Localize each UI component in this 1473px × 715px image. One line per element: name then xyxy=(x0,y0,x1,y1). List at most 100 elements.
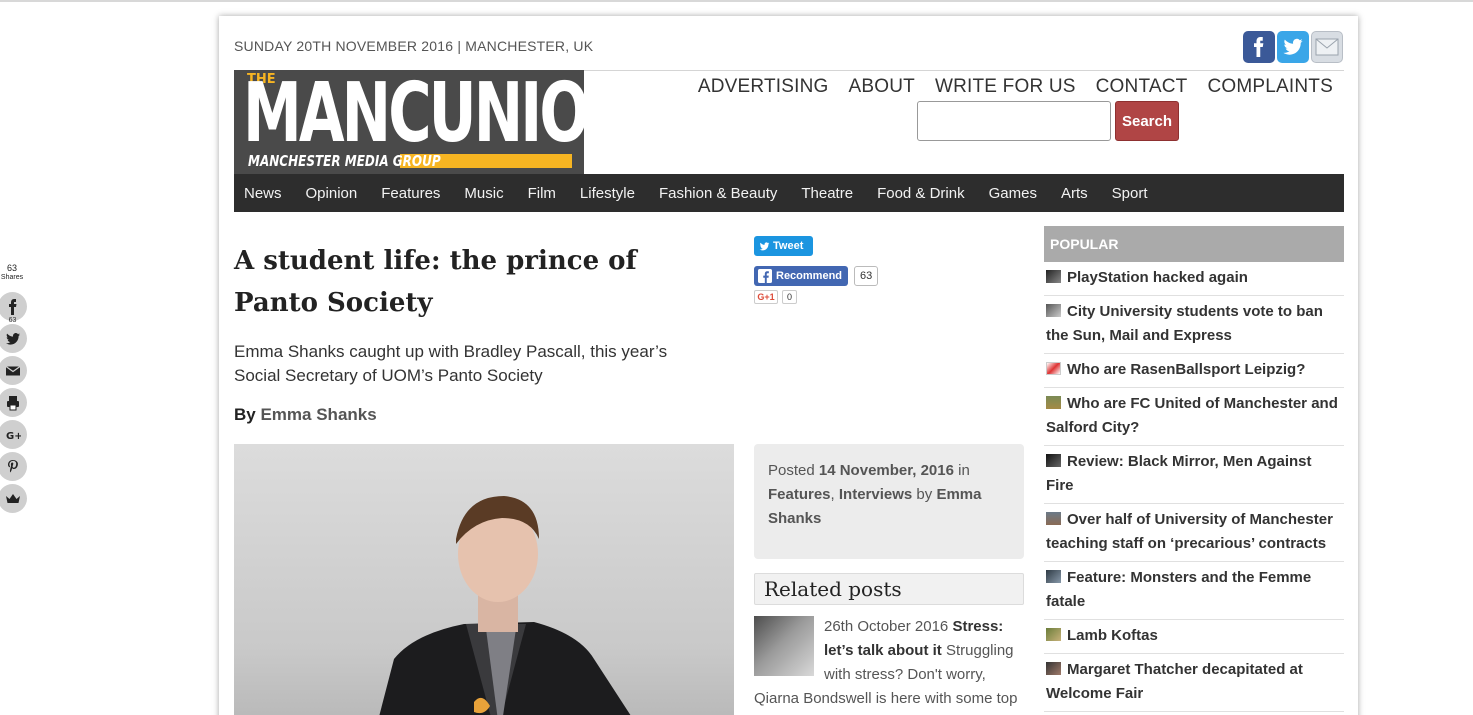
header-facebook-link[interactable] xyxy=(1243,31,1275,63)
related-post-item[interactable]: 26th October 2016 Stress: let’s talk abo… xyxy=(754,615,1024,711)
popular-item[interactable]: PlayStation hacked again xyxy=(1044,262,1344,296)
twitter-icon xyxy=(5,332,20,345)
nav-games[interactable]: Games xyxy=(989,185,1037,202)
popular-thumbnail xyxy=(1046,454,1061,467)
link-write-for-us[interactable]: WRITE FOR US xyxy=(935,76,1076,98)
popular-item[interactable]: Feature: Monsters and the Femme fatale xyxy=(1044,562,1344,620)
recommend-count: 63 xyxy=(854,266,879,286)
nav-arts[interactable]: Arts xyxy=(1061,185,1088,202)
logo-tagline-text: MANCHESTER MEDIA GROUP xyxy=(248,152,441,170)
popular-item-title[interactable]: Who are FC United of Manchester and Salf… xyxy=(1046,395,1338,436)
mail-icon xyxy=(5,365,20,375)
popular-item[interactable]: Lamb Koftas xyxy=(1044,620,1344,654)
category-features-link[interactable]: Features xyxy=(768,486,831,503)
site-logo[interactable]: THE MANCUNION MANCHESTER MEDIA GROUP xyxy=(234,70,584,174)
nav-sport[interactable]: Sport xyxy=(1112,185,1148,202)
share-print-button[interactable] xyxy=(0,388,27,417)
share-pinterest-button[interactable] xyxy=(0,452,27,481)
post-info-box: Posted 14 November, 2016 in Features, In… xyxy=(754,444,1024,559)
article-title: A student life: the prince of Panto Soci… xyxy=(234,246,637,318)
share-twitter-button[interactable] xyxy=(0,324,27,353)
header-twitter-link[interactable] xyxy=(1277,31,1309,63)
post-date: 14 November, 2016 xyxy=(818,462,954,479)
portrait-illustration xyxy=(379,496,631,715)
nav-food-drink[interactable]: Food & Drink xyxy=(877,185,965,202)
link-advertising[interactable]: ADVERTISING xyxy=(698,76,829,98)
search-button[interactable]: Search xyxy=(1115,101,1179,141)
popular-thumbnail xyxy=(1046,362,1061,375)
popular-item-title[interactable]: Over half of University of Manchester te… xyxy=(1046,511,1333,552)
popular-item[interactable]: Who are FC United of Manchester and Salf… xyxy=(1044,388,1344,446)
related-post-thumbnail[interactable] xyxy=(754,616,814,676)
twitter-icon xyxy=(759,241,770,250)
facebook-icon xyxy=(758,269,772,283)
tweet-label: Tweet xyxy=(773,240,804,252)
logo-name-text: MANCUNION xyxy=(243,70,584,161)
share-facebook-button[interactable]: 63 xyxy=(0,292,27,324)
link-contact[interactable]: CONTACT xyxy=(1096,76,1188,98)
popular-thumbnail xyxy=(1046,628,1061,641)
nav-music[interactable]: Music xyxy=(464,185,503,202)
facebook-icon xyxy=(1254,37,1264,57)
popular-item[interactable]: Margaret Thatcher decapitated at Welcome… xyxy=(1044,654,1344,712)
byline-prefix: By xyxy=(234,405,261,424)
floating-share-bar: 63 Shares xyxy=(0,264,30,282)
popular-item-title[interactable]: PlayStation hacked again xyxy=(1067,269,1248,286)
popular-list: PlayStation hacked again City University… xyxy=(1044,262,1344,712)
popular-item[interactable]: Review: Black Mirror, Men Against Fire xyxy=(1044,446,1344,504)
share-crown-button[interactable] xyxy=(0,484,27,513)
related-posts-heading: Related posts xyxy=(754,573,1024,605)
facebook-icon xyxy=(8,298,16,315)
article-photo xyxy=(234,444,734,715)
post-separator: , xyxy=(830,486,839,503)
share-count-value: 63 xyxy=(6,263,17,273)
popular-item[interactable]: Who are RasenBallsport Leipzig? xyxy=(1044,354,1344,388)
article-standfirst: Emma Shanks caught up with Bradley Pasca… xyxy=(234,342,668,385)
share-email-button[interactable] xyxy=(0,356,27,385)
share-google-plus-button[interactable]: G+ xyxy=(0,420,27,449)
header-email-link[interactable] xyxy=(1311,31,1343,63)
header-links: ADVERTISING ABOUT WRITE FOR US CONTACT C… xyxy=(698,76,1333,98)
nav-fashion-beauty[interactable]: Fashion & Beauty xyxy=(659,185,777,202)
popular-item-title[interactable]: Review: Black Mirror, Men Against Fire xyxy=(1046,453,1312,494)
recommend-button[interactable]: Recommend xyxy=(754,266,848,286)
nav-features[interactable]: Features xyxy=(381,185,440,202)
popular-item-title[interactable]: Who are RasenBallsport Leipzig? xyxy=(1067,361,1305,378)
popular-item-title[interactable]: Feature: Monsters and the Femme fatale xyxy=(1046,569,1311,610)
popular-thumbnail xyxy=(1046,570,1061,583)
nav-lifestyle[interactable]: Lifestyle xyxy=(580,185,635,202)
article-byline: By Emma Shanks xyxy=(234,405,377,425)
post-posted-label: Posted xyxy=(768,462,819,479)
tweet-button[interactable]: Tweet xyxy=(754,236,813,256)
share-count: 63 Shares xyxy=(0,264,24,282)
link-about[interactable]: ABOUT xyxy=(849,76,915,98)
popular-thumbnail xyxy=(1046,662,1061,675)
share-count-label: Shares xyxy=(0,274,24,281)
link-complaints[interactable]: COMPLAINTS xyxy=(1207,76,1333,98)
nav-film[interactable]: Film xyxy=(528,185,556,202)
popular-thumbnail xyxy=(1046,270,1061,283)
nav-news[interactable]: News xyxy=(244,185,282,202)
popular-item[interactable]: City University students vote to ban the… xyxy=(1044,296,1344,354)
popular-item-title[interactable]: Margaret Thatcher decapitated at Welcome… xyxy=(1046,661,1303,702)
related-post-date: 26th October 2016 xyxy=(824,618,953,635)
popular-heading: POPULAR xyxy=(1044,226,1344,262)
nav-opinion[interactable]: Opinion xyxy=(306,185,358,202)
byline-author-link[interactable]: Emma Shanks xyxy=(260,405,376,424)
popular-thumbnail xyxy=(1046,512,1061,525)
post-in-label: in xyxy=(953,462,970,479)
popular-item-title[interactable]: Lamb Koftas xyxy=(1067,627,1158,644)
search-input[interactable] xyxy=(917,101,1111,141)
popular-item[interactable]: Over half of University of Manchester te… xyxy=(1044,504,1344,562)
browser-top-line xyxy=(0,0,1473,2)
popular-item-title[interactable]: City University students vote to ban the… xyxy=(1046,303,1323,344)
main-nav: News Opinion Features Music Film Lifesty… xyxy=(234,174,1344,212)
post-by-label: by xyxy=(912,486,937,503)
svg-text:G+: G+ xyxy=(6,431,21,442)
google-plus-one-button[interactable]: G+1 xyxy=(754,290,778,304)
google-plus-count: 0 xyxy=(782,290,798,304)
popular-thumbnail xyxy=(1046,396,1061,409)
category-interviews-link[interactable]: Interviews xyxy=(839,486,912,503)
nav-theatre[interactable]: Theatre xyxy=(801,185,853,202)
crown-icon xyxy=(5,493,20,503)
